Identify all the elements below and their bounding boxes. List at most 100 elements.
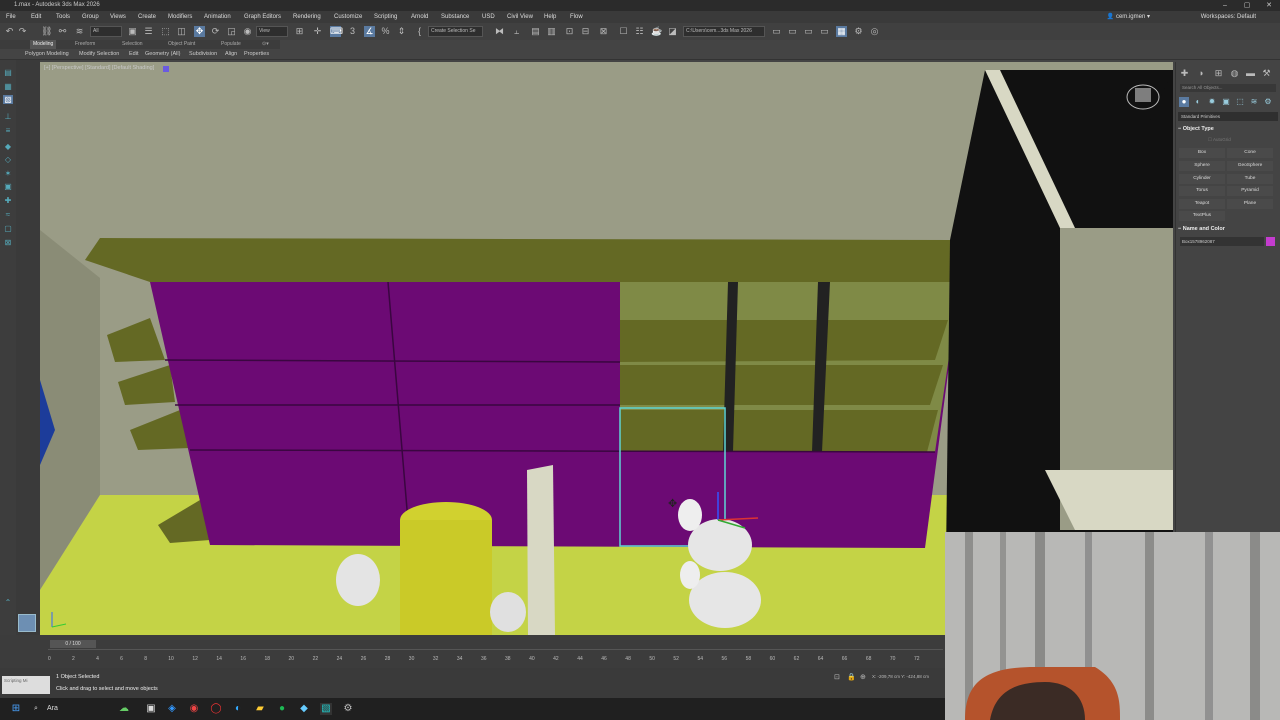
menu-arnold[interactable]: Arnold xyxy=(411,11,428,23)
mirror-icon[interactable]: ⧓ xyxy=(494,26,505,37)
geosphere-button[interactable]: GeoSphere xyxy=(1227,161,1273,171)
open-file-icon[interactable]: ▭ xyxy=(787,26,798,37)
menu-tools[interactable]: Tools xyxy=(56,11,70,23)
coordinates-display[interactable]: X: -209,78 cm Y: -424,88 cm xyxy=(872,674,929,679)
viewport-label[interactable]: [+] [Perspective] [Standard] [Default Sh… xyxy=(44,65,154,71)
3dsmax-icon[interactable]: ▧ xyxy=(320,703,332,715)
ribbon-align[interactable]: Align xyxy=(225,49,237,60)
maximize-button[interactable]: ▢ xyxy=(1236,0,1258,11)
select-scale-icon[interactable]: ◲ xyxy=(226,26,237,37)
settings-icon[interactable]: ⚙ xyxy=(342,703,354,715)
create-tab-icon[interactable]: ✚ xyxy=(1179,68,1190,79)
bind-spacewarp-icon[interactable]: ≋ xyxy=(74,26,85,37)
isolate-icon[interactable]: ⊡ xyxy=(834,673,840,681)
display-objects-icon[interactable]: ▦ xyxy=(3,82,13,91)
rectangular-selection-icon[interactable]: ⬚ xyxy=(160,26,171,37)
tab-populate[interactable]: Populate xyxy=(221,40,241,49)
display-tab-icon[interactable]: ▬ xyxy=(1245,68,1256,79)
filter-groups-icon[interactable]: ▢ xyxy=(3,224,13,233)
render-frame-icon[interactable]: ☷ xyxy=(634,26,645,37)
viewport-thumbnail[interactable] xyxy=(18,614,36,632)
project-path-dropdown[interactable]: C:\Users\cem...3ds Max 2026 xyxy=(683,26,765,37)
menu-civil-view[interactable]: Civil View xyxy=(507,11,533,23)
angle-snap-icon[interactable]: ∡ xyxy=(364,26,375,37)
hierarchy-icon[interactable]: ⊥ xyxy=(3,112,13,121)
tube-button[interactable]: Tube xyxy=(1227,174,1273,184)
menu-graph-editors[interactable]: Graph Editors xyxy=(244,11,281,23)
ribbon-options-icon[interactable]: ⊙▾ xyxy=(262,40,269,49)
minimize-button[interactable]: – xyxy=(1214,0,1236,11)
select-objects-icon[interactable]: ▧ xyxy=(3,95,13,104)
select-manipulate-icon[interactable]: ✛ xyxy=(312,26,323,37)
filter-xrefs-icon[interactable]: ⊠ xyxy=(3,238,13,247)
ribbon-properties[interactable]: Properties xyxy=(244,49,269,60)
lock-icon[interactable]: 🔒 xyxy=(847,673,856,681)
plane-button[interactable]: Plane xyxy=(1227,199,1273,209)
folder-icon[interactable]: ▭ xyxy=(819,26,830,37)
workspaces-dropdown[interactable]: Workspaces: Default xyxy=(1201,11,1256,23)
keyboard-shortcut-icon[interactable]: ⌨ xyxy=(330,26,343,37)
chrome-icon[interactable]: ◉ xyxy=(188,703,200,715)
file-explorer-icon[interactable]: ▰ xyxy=(254,703,266,715)
transform-mode-icon[interactable]: ⊕ xyxy=(860,673,866,681)
menu-rendering[interactable]: Rendering xyxy=(293,11,321,23)
named-selection-dropdown[interactable]: Create Selection Se xyxy=(428,26,483,37)
object-name-field[interactable]: Box1578962087 xyxy=(1180,237,1264,246)
pivot-center-icon[interactable]: ⊞ xyxy=(294,26,305,37)
schematic-view-icon[interactable]: ⊟ xyxy=(580,26,591,37)
spinner-snap-icon[interactable]: ⇕ xyxy=(396,26,407,37)
filter-helpers-icon[interactable]: ✚ xyxy=(3,196,13,205)
curve-editor-icon[interactable]: ⊡ xyxy=(564,26,575,37)
render-production-icon[interactable]: ☕ xyxy=(651,26,662,37)
tab-freeform[interactable]: Freeform xyxy=(75,40,95,49)
systems-subtab-icon[interactable]: ⚙ xyxy=(1263,97,1273,107)
sphere-button[interactable]: Sphere xyxy=(1179,161,1225,171)
menu-flow[interactable]: Flow xyxy=(570,11,583,23)
unlink-icon[interactable]: ⚯ xyxy=(57,26,68,37)
help-circle-icon[interactable]: ◎ xyxy=(869,26,880,37)
ribbon-edit[interactable]: Edit xyxy=(129,49,138,60)
select-object-icon[interactable]: ▣ xyxy=(127,26,138,37)
autogrid-checkbox[interactable]: ☐ AutoGrid xyxy=(1208,137,1231,143)
menu-modifiers[interactable]: Modifiers xyxy=(168,11,192,23)
menu-edit[interactable]: Edit xyxy=(31,11,41,23)
object-type-rollout[interactable]: − Object Type xyxy=(1178,125,1278,134)
menu-customize[interactable]: Customize xyxy=(334,11,362,23)
render-setup-icon[interactable]: ☐ xyxy=(618,26,629,37)
object-search-input[interactable]: Search All Objects... xyxy=(1180,84,1276,92)
settings-gear-icon[interactable]: ⚙ xyxy=(853,26,864,37)
layer-explorer-icon[interactable]: ▤ xyxy=(530,26,541,37)
cameras-subtab-icon[interactable]: ▣ xyxy=(1221,97,1231,107)
undo-icon[interactable]: ↶ xyxy=(4,26,15,37)
steam-icon[interactable]: ◆ xyxy=(298,703,310,715)
ribbon-modify-selection[interactable]: Modify Selection xyxy=(79,49,119,60)
modify-tab-icon[interactable]: ◗ xyxy=(1196,68,1207,79)
select-move-icon[interactable]: ✥ xyxy=(194,26,205,37)
menu-views[interactable]: Views xyxy=(110,11,126,23)
windows-start-icon[interactable]: ⊞ xyxy=(10,703,22,715)
select-rotate-icon[interactable]: ⟳ xyxy=(210,26,221,37)
taskbar-search[interactable]: ⌕ Ara xyxy=(30,702,120,716)
menu-animation[interactable]: Animation xyxy=(204,11,231,23)
pyramid-button[interactable]: Pyramid xyxy=(1227,186,1273,196)
window-crossing-icon[interactable]: ◫ xyxy=(176,26,187,37)
menu-help[interactable]: Help xyxy=(544,11,556,23)
store-icon[interactable]: ◈ xyxy=(166,703,178,715)
time-slider[interactable]: 0 / 100 xyxy=(50,640,96,648)
opera-icon[interactable]: ◯ xyxy=(210,703,222,715)
edge-icon[interactable]: ◐ xyxy=(232,703,244,715)
utilities-tab-icon[interactable]: ⚒ xyxy=(1261,68,1272,79)
menu-file[interactable]: File xyxy=(6,11,16,23)
user-account[interactable]: 👤 cem.igmen ▾ xyxy=(1107,11,1150,23)
geometry-subtab-icon[interactable]: ● xyxy=(1179,97,1189,107)
viewport-layout-icon[interactable]: ▦ xyxy=(836,26,847,37)
snaps-toggle-icon[interactable]: 3 xyxy=(347,26,358,37)
primitive-category-dropdown[interactable]: Standard Primitives xyxy=(1178,112,1278,121)
cone-button[interactable]: Cone xyxy=(1227,148,1273,158)
menu-scripting[interactable]: Scripting xyxy=(374,11,397,23)
shapes-subtab-icon[interactable]: ◐ xyxy=(1193,97,1203,107)
viewport-filter-icon[interactable] xyxy=(163,66,169,72)
menu-group[interactable]: Group xyxy=(82,11,99,23)
track-bar[interactable]: 0 2 4 6 8 10 12 14 16 18 20 22 24 26 28 30 32 34 36 38 40 42 4… xyxy=(48,649,943,663)
maxscript-listener[interactable]: Scripting Mi xyxy=(2,676,50,694)
